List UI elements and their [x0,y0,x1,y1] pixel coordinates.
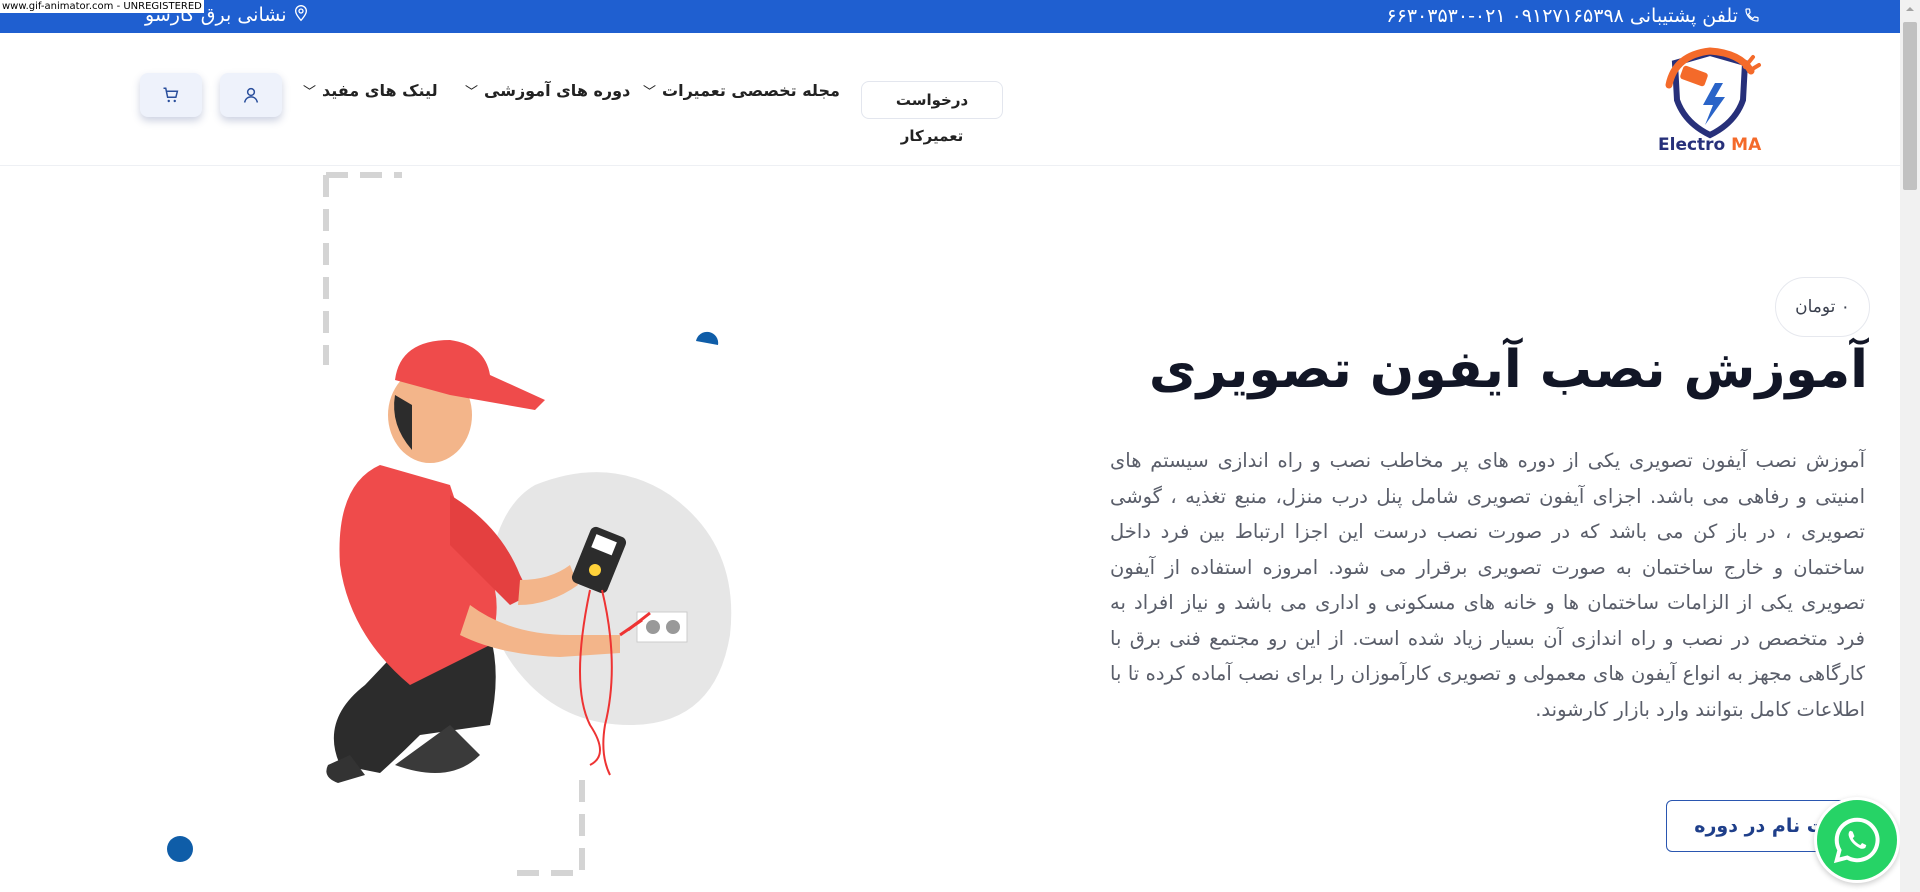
electrician-illustration [167,172,732,876]
nav-links-label: لینک های مفید [322,81,438,100]
whatsapp-icon [1833,817,1880,864]
logo-text-electro: Electro [1658,135,1726,155]
support-phone[interactable]: تلفن پشتیبانی ۰۹۱۲۷۱۶۵۳۹۸ ۰۲۱-۶۶۳۰۳۵۳۰ [1386,5,1760,28]
location-pin-icon [293,4,309,27]
cart-button[interactable] [140,73,202,117]
user-icon [243,87,259,103]
course-price-badge: ۰ تومان [1775,277,1870,337]
nav-courses-label: دوره های آموزشی [484,81,631,100]
nav-magazine[interactable]: مجله تخصصی تعمیرات ﹀ [643,81,840,100]
site-header: Electro MA درخواست تعمیرکار مجله تخصصی ت… [0,33,1900,166]
page-title: آموزش نصب آیفون تصویری [1148,340,1868,400]
nav-courses[interactable]: دوره های آموزشی ﹀ [465,81,630,100]
chevron-down-icon: ﹀ [643,85,657,100]
chevron-down-icon: ﹀ [303,85,317,100]
nav-magazine-label: مجله تخصصی تعمیرات [662,81,840,100]
phone-icon [1744,6,1760,28]
course-description: آموزش نصب آیفون تصویری یکی از دوره های پ… [1110,449,1865,721]
user-account-button[interactable] [220,73,282,117]
nav-useful-links[interactable]: لینک های مفید ﹀ [303,81,438,100]
top-info-bar: تلفن پشتیبانی ۰۹۱۲۷۱۶۵۳۹۸ ۰۲۱-۶۶۳۰۳۵۳۰ ن… [0,0,1920,33]
scrollbar-thumb[interactable] [1903,22,1917,190]
logo-text-ma: MA [1731,135,1762,155]
whatsapp-button[interactable] [1814,797,1900,883]
support-phone-text: تلفن پشتیبانی ۰۹۱۲۷۱۶۵۳۹۸ ۰۲۱-۶۶۳۰۳۵۳۰ [1386,5,1738,27]
scroll-up-arrow-icon[interactable] [1904,3,1916,15]
logo-shield-icon [1665,47,1761,139]
repair-request-button[interactable]: درخواست تعمیرکار [861,81,1003,145]
watermark-label: www.gif-animator.com - UNREGISTERED [0,0,204,13]
chevron-down-icon: ﹀ [465,85,479,100]
cart-icon [163,87,179,103]
logo-text: Electro MA [1658,135,1761,155]
